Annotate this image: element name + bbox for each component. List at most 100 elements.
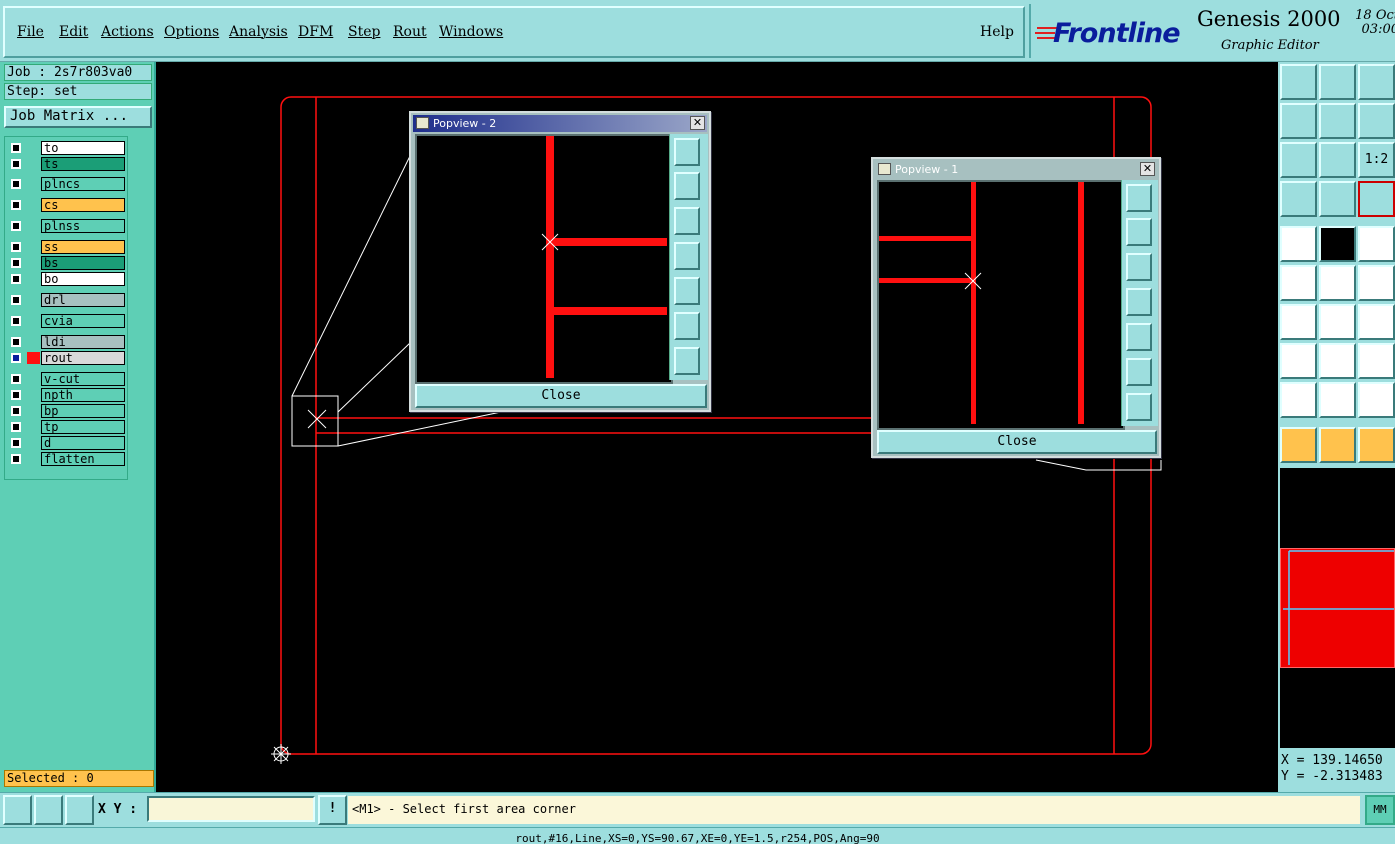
measure-point-icon[interactable] (1280, 226, 1317, 262)
layer-checkbox[interactable] (11, 406, 21, 416)
layer-name[interactable]: to (41, 141, 125, 155)
layer-name[interactable]: npth (41, 388, 125, 402)
layer-name[interactable]: bo (41, 272, 125, 286)
layer-row[interactable]: d (7, 436, 127, 450)
layer-name[interactable]: flatten (41, 452, 125, 466)
layer-checkbox[interactable] (11, 200, 21, 210)
layer-row[interactable]: ts (7, 157, 127, 171)
xy-input[interactable] (147, 796, 315, 822)
scale-1-2-icon[interactable]: 1:2 (1358, 142, 1395, 178)
pointer-circle-icon[interactable] (1358, 427, 1395, 463)
layer-checkbox[interactable] (11, 390, 21, 400)
measure-line-icon[interactable] (1319, 226, 1356, 262)
layer-checkbox[interactable] (11, 159, 21, 169)
dimension-icon[interactable] (1358, 343, 1395, 379)
probe-icon[interactable] (1319, 181, 1356, 217)
menu-rout[interactable]: Rout (393, 24, 427, 40)
zoom-home-button[interactable] (674, 138, 700, 166)
popview-1-view[interactable] (877, 180, 1125, 430)
zoom-window-icon[interactable] (3, 795, 32, 825)
layer-checkbox[interactable] (11, 179, 21, 189)
peak-icon[interactable] (1319, 382, 1356, 418)
layer-checkbox[interactable] (11, 337, 21, 347)
pan-up-button[interactable] (674, 172, 700, 200)
layer-row[interactable]: ldi (7, 335, 127, 349)
layer-row[interactable]: tp (7, 420, 127, 434)
layer-row[interactable]: plncs (7, 177, 127, 191)
popview-2-titlebar[interactable]: Popview - 2 ✕ (413, 115, 707, 132)
pointer-box-icon[interactable] (1319, 427, 1356, 463)
pan-right-button[interactable] (1126, 323, 1152, 351)
menu-options[interactable]: Options (164, 24, 219, 40)
layer-checkbox[interactable] (11, 274, 21, 284)
layer-row[interactable]: plnss (7, 219, 127, 233)
layer-checkbox[interactable] (11, 374, 21, 384)
pan-left-icon[interactable] (1280, 103, 1317, 139)
zoom-home-button[interactable] (1126, 184, 1152, 212)
close-icon[interactable]: ✕ (1140, 162, 1155, 176)
zoom-out-button[interactable] (674, 347, 700, 375)
layer-name[interactable]: plnss (41, 219, 125, 233)
layer-checkbox[interactable] (11, 258, 21, 268)
layer-checkbox[interactable] (11, 295, 21, 305)
popview-2-close-button[interactable]: Close (415, 384, 707, 408)
pan-right-icon[interactable] (1319, 103, 1356, 139)
popview-2-view[interactable] (415, 134, 673, 384)
layer-row[interactable]: to (7, 141, 127, 155)
layer-checkbox[interactable] (11, 454, 21, 464)
layer-name[interactable]: tp (41, 420, 125, 434)
minimap[interactable] (1280, 548, 1395, 668)
menu-file[interactable]: File (17, 24, 44, 40)
zoom-out-button[interactable] (1126, 393, 1152, 421)
layer-checkbox[interactable] (11, 316, 21, 326)
layer-checkbox[interactable] (11, 242, 21, 252)
menu-analysis[interactable]: Analysis (229, 24, 288, 40)
zoom-up-icon[interactable] (1280, 64, 1317, 100)
menu-windows[interactable]: Windows (439, 24, 503, 40)
line-icon[interactable] (1319, 304, 1356, 340)
snap-mode-icon[interactable] (34, 795, 63, 825)
triangle-icon[interactable] (1280, 382, 1317, 418)
layer-name[interactable]: ss (41, 240, 125, 254)
ruler-icon[interactable] (1358, 226, 1395, 262)
pan-up-button[interactable] (1126, 218, 1152, 246)
layer-row[interactable]: bo (7, 272, 127, 286)
zoom-down-icon[interactable] (1319, 64, 1356, 100)
home-icon[interactable] (1358, 64, 1395, 100)
snap-icon[interactable] (1358, 181, 1395, 217)
layer-row[interactable]: cs (7, 198, 127, 212)
trapezoid-icon[interactable] (1358, 382, 1395, 418)
close-icon[interactable]: ✕ (690, 116, 705, 130)
layer-row[interactable]: bs (7, 256, 127, 270)
arc-icon[interactable] (1358, 304, 1395, 340)
layer-checkbox[interactable] (11, 143, 21, 153)
zoom-in-button[interactable] (1126, 358, 1152, 386)
zoom-out-icon[interactable] (1319, 142, 1356, 178)
layer-row[interactable]: cvia (7, 314, 127, 328)
cross-icon[interactable] (1319, 265, 1356, 301)
zoom-in-button[interactable] (674, 312, 700, 340)
zoom-fit-icon[interactable] (1280, 142, 1317, 178)
undo-view-icon[interactable] (1358, 103, 1395, 139)
menu-edit[interactable]: Edit (59, 24, 88, 40)
layer-name[interactable]: rout (41, 351, 125, 365)
layer-row[interactable]: npth (7, 388, 127, 402)
pan-right-button[interactable] (674, 277, 700, 305)
layer-name[interactable]: cvia (41, 314, 125, 328)
pointer-icon[interactable] (1280, 427, 1317, 463)
layer-name[interactable]: drl (41, 293, 125, 307)
pad-icon[interactable] (1280, 343, 1317, 379)
popview-1-titlebar[interactable]: Popview - 1 ✕ (875, 161, 1157, 178)
layer-checkbox[interactable] (11, 422, 21, 432)
layer-checkbox[interactable] (11, 353, 21, 363)
layer-name[interactable]: bp (41, 404, 125, 418)
layer-row[interactable]: bp (7, 404, 127, 418)
popview-1-close-button[interactable]: Close (877, 430, 1157, 454)
layer-row[interactable]: rout (7, 351, 127, 365)
layer-name[interactable]: bs (41, 256, 125, 270)
job-matrix-button[interactable]: Job Matrix ... (4, 106, 152, 128)
layer-checkbox[interactable] (11, 438, 21, 448)
menu-help[interactable]: Help (980, 24, 1014, 40)
settings-icon[interactable] (1280, 181, 1317, 217)
layer-row[interactable]: flatten (7, 452, 127, 466)
